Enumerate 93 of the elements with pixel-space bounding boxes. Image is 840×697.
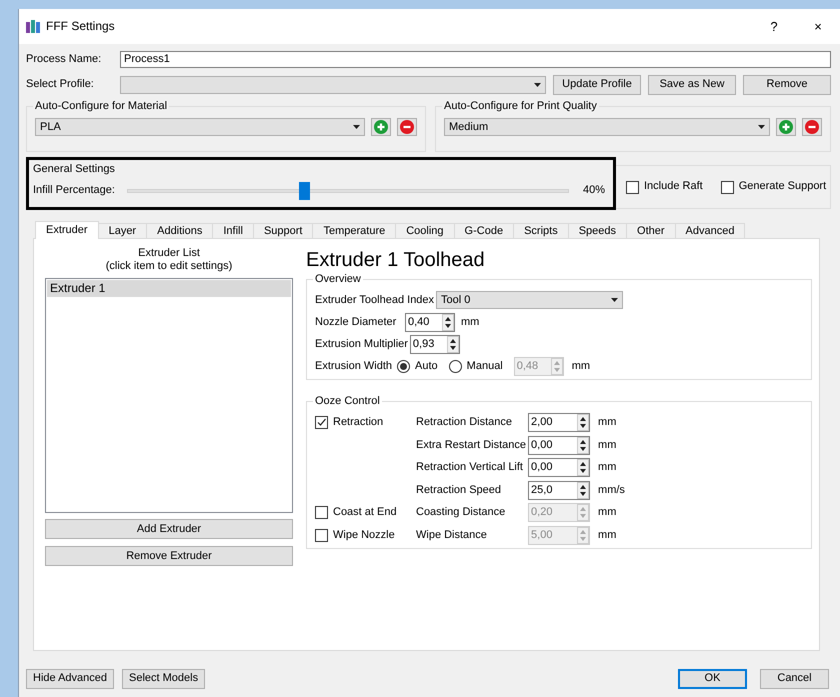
field-label: Retraction Distance (416, 416, 513, 430)
add-button[interactable] (371, 118, 391, 136)
unit-label: mm (598, 416, 618, 430)
unit-label: mm (598, 528, 618, 542)
plus-icon (779, 120, 793, 134)
spin-arrows-icon (577, 482, 590, 499)
footer-button[interactable]: OK (678, 669, 747, 689)
unit-label: mm (598, 438, 618, 452)
spin-field[interactable]: 0,93 (410, 335, 460, 354)
field-label: Retraction Vertical Lift (416, 461, 524, 474)
checkbox[interactable] (315, 416, 328, 430)
slider-thumb[interactable] (298, 182, 310, 200)
checkbox-label: Include Raft (644, 180, 703, 194)
dropdown[interactable]: Tool 0 (436, 291, 624, 310)
remove-button[interactable] (397, 118, 417, 136)
radio-label: Manual (466, 360, 503, 374)
add-button[interactable] (776, 118, 796, 136)
group-title: Overview (314, 273, 362, 286)
checkbox[interactable] (720, 180, 734, 194)
plus-icon (374, 120, 388, 134)
help-button[interactable]: ? (752, 18, 796, 34)
footer-button[interactable]: Select Models (122, 669, 206, 689)
checkbox[interactable] (626, 180, 639, 194)
text-field[interactable]: Process1 (120, 51, 831, 68)
section-heading: Extruder 1 Toolhead (306, 248, 486, 272)
spin-field[interactable]: 2,00 (528, 413, 590, 432)
unit-label: mm/s (598, 484, 626, 497)
group-title: Auto-Configure for Print Quality (443, 100, 598, 112)
unit-label: mm (598, 461, 618, 474)
spin-arrows-icon (577, 526, 590, 544)
footer-button[interactable]: Hide Advanced (26, 669, 114, 689)
field-label: Select Profile: (26, 78, 95, 92)
dropdown[interactable]: Medium (444, 118, 770, 136)
spin-arrows-icon (577, 436, 590, 454)
field-label: Retraction Speed (416, 484, 502, 497)
caret-icon (534, 83, 541, 87)
spin-field[interactable]: 25,0 (528, 480, 590, 500)
field-label: Extrusion Width (315, 360, 392, 374)
checkbox-label: Generate Support (738, 180, 826, 194)
slider-value: 40% (582, 184, 605, 198)
tab[interactable]: Temperature (312, 223, 396, 239)
spin-arrows-icon (442, 314, 454, 332)
field-label: Process Name: (26, 52, 102, 66)
spin-arrows-icon (550, 358, 563, 376)
list-button[interactable]: Add Extruder (45, 519, 293, 540)
spin-arrows-icon (577, 459, 590, 476)
group-title: Auto-Configure for Material (34, 100, 168, 112)
dropdown[interactable]: PLA (35, 118, 365, 136)
list-title: Extruder List (137, 247, 201, 260)
tab[interactable]: Scripts (513, 223, 569, 239)
group-title: Ooze Control (314, 395, 381, 408)
app-icon (26, 19, 40, 34)
footer-button[interactable]: Cancel (760, 669, 829, 689)
field-label: Infill Percentage: (33, 184, 115, 198)
radio-label: Auto (415, 360, 438, 374)
field-label: Extrusion Multiplier (315, 338, 408, 352)
tab[interactable]: Cooling (395, 223, 455, 239)
window-title: FFF Settings (46, 19, 116, 34)
caret-icon (611, 298, 618, 302)
spin-arrows-icon (577, 504, 590, 522)
profile-button[interactable]: Save as New (648, 75, 736, 95)
field-label: Nozzle Diameter (315, 316, 398, 330)
spin-field[interactable]: 0,00 (528, 436, 590, 455)
minus-icon (400, 120, 414, 134)
unit-label: mm (461, 316, 480, 330)
remove-button[interactable] (802, 118, 822, 136)
field-label: Extra Restart Distance (416, 438, 526, 452)
close-button[interactable]: × (796, 18, 840, 34)
field-label: Extruder Toolhead Index (315, 294, 434, 307)
profile-button[interactable]: Update Profile (553, 75, 641, 95)
unit-label: mm (598, 506, 618, 520)
spin-arrows-icon (577, 414, 590, 432)
tab[interactable]: Support (252, 223, 314, 239)
list-button[interactable]: Remove Extruder (45, 546, 293, 566)
field-label: Coasting Distance (416, 506, 506, 520)
checkbox-label: Retraction (333, 416, 384, 430)
list-subtitle: (click item to edit settings) (104, 260, 234, 274)
tab[interactable]: Advanced (674, 223, 746, 239)
minus-icon (805, 120, 819, 134)
caret-icon (758, 125, 765, 130)
group-title: General Settings (33, 163, 115, 176)
field-label: Wipe Distance (416, 528, 488, 542)
profile-button[interactable]: Remove (743, 75, 831, 95)
checkbox-label: Wipe Nozzle (333, 528, 395, 542)
caret-icon (353, 125, 360, 130)
spin-field[interactable]: 0,00 (528, 458, 590, 478)
unit-label: mm (572, 360, 590, 374)
tab[interactable]: Extruder (35, 221, 99, 239)
tab[interactable]: Speeds (568, 223, 628, 239)
spin-field[interactable]: 0,40 (405, 313, 455, 332)
spin-arrows-icon (446, 336, 459, 354)
checkbox-label: Coast at End (333, 506, 397, 520)
list-item[interactable]: Extruder 1 (47, 280, 291, 297)
